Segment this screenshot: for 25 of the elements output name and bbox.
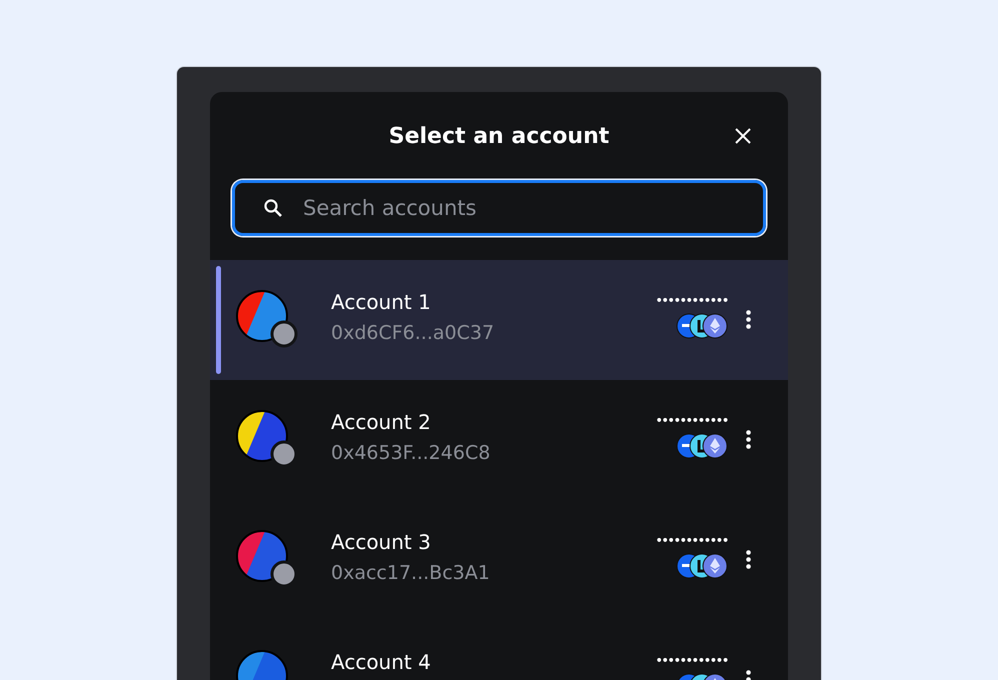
network-icons	[676, 313, 728, 339]
account-address: 0xd6CF6...a0C37	[331, 322, 496, 344]
hidden-balance: ••••••••••••	[656, 414, 728, 427]
hidden-balance: ••••••••••••	[656, 534, 728, 547]
account-row[interactable]: Account 2 0x4653F...246C8 ••••••••••••	[210, 380, 788, 500]
network-icons	[676, 433, 728, 459]
search-icon	[263, 198, 283, 218]
account-row[interactable]: Account 1 0xd6CF6...a0C37 ••••••••••••	[210, 260, 788, 380]
account-name: Account 1	[331, 290, 432, 314]
account-name: Account 2	[331, 410, 432, 434]
avatar-icon	[236, 290, 298, 348]
account-row[interactable]: Account 4 ••••••••••••	[210, 620, 788, 680]
more-icon	[746, 550, 750, 568]
modal-title: Select an account	[388, 124, 610, 148]
account-address: 0xacc17...Bc3A1	[331, 562, 491, 584]
account-name: Account 3	[331, 530, 432, 554]
account-name: Account 4	[331, 650, 432, 674]
hidden-balance: ••••••••••••	[656, 654, 728, 667]
account-address: 0x4653F...246C8	[331, 442, 492, 464]
more-icon	[746, 310, 750, 328]
search-field[interactable]: Search accounts	[232, 180, 766, 236]
hidden-balance: ••••••••••••	[656, 294, 728, 307]
network-icons	[676, 553, 728, 579]
more-icon	[746, 430, 750, 448]
account-row[interactable]: Account 3 0xacc17...Bc3A1 ••••••••••••	[210, 500, 788, 620]
